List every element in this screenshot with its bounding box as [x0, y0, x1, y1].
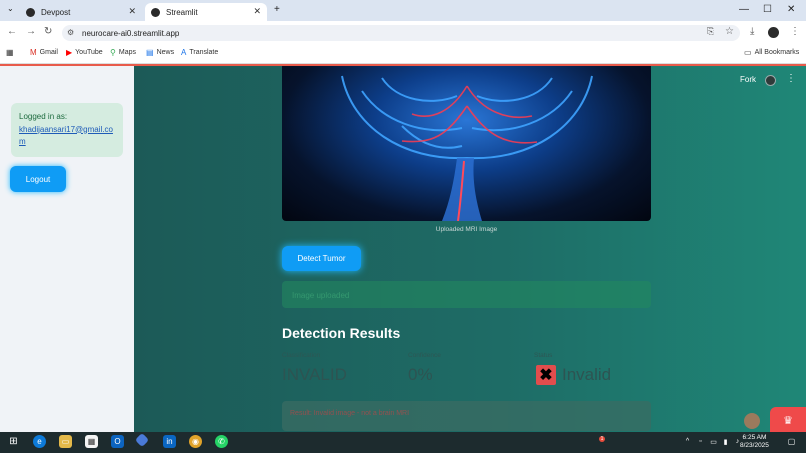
devpost-favicon-icon — [26, 7, 35, 17]
linkedin-icon[interactable]: in — [163, 435, 176, 448]
apps-grid-icon[interactable]: ▦ — [6, 48, 17, 57]
site-url: neurocare-ai0.streamlit.app — [82, 28, 180, 38]
tab-title: Devpost — [41, 7, 71, 17]
bookmark-news[interactable]: ▤ News — [146, 48, 174, 57]
back-arrow-icon[interactable]: ← — [7, 26, 17, 37]
logged-in-label: Logged in as: — [19, 112, 68, 121]
bookmark-star-icon[interactable]: ☆ — [725, 26, 734, 37]
forward-arrow-icon[interactable]: → — [26, 26, 36, 37]
install-app-icon[interactable]: ⎘ — [707, 26, 714, 37]
tab-title: Streamlit — [166, 7, 198, 17]
creator-avatar[interactable] — [744, 413, 760, 429]
brain-illustration — [341, 75, 593, 221]
tray-app-icon[interactable]: ▫ — [694, 435, 707, 448]
news-icon: ▤ — [146, 48, 154, 57]
metric-label-classification: Classification — [282, 352, 321, 359]
store-icon[interactable]: ▦ — [85, 435, 98, 448]
invalid-x-icon: ✖ — [536, 365, 556, 385]
close-tab-icon[interactable]: ✕ — [128, 6, 136, 17]
success-message: Image uploaded — [292, 291, 350, 300]
tab-streamlit[interactable]: Streamlit ✕ — [145, 3, 267, 21]
metric-value-status: Invalid — [562, 365, 612, 384]
metric-label-status: Status — [534, 352, 553, 359]
logout-button[interactable]: Logout — [10, 166, 66, 192]
browser-menu-icon[interactable]: ⋮ — [790, 26, 800, 37]
user-email-link[interactable]: khadijaansari17@gmail.com — [19, 124, 115, 149]
reload-icon[interactable]: ↻ — [44, 26, 52, 37]
bookmark-translate[interactable]: A Translate — [181, 48, 218, 57]
youtube-icon: ▶ — [66, 48, 73, 57]
notification-center-icon[interactable]: ▢ — [785, 435, 798, 448]
translate-icon: A — [181, 48, 187, 57]
metric-status: ✖ Invalid — [536, 365, 611, 385]
detect-tumor-button[interactable]: Detect Tumor — [282, 246, 361, 271]
all-bookmarks[interactable]: ▭ All Bookmarks — [744, 48, 799, 57]
clock-date: 8/23/2025 — [740, 442, 769, 449]
close-tab-icon[interactable]: ✕ — [253, 6, 261, 17]
system-clock[interactable]: 6:25 AM 8/23/2025 — [740, 434, 769, 450]
outlook-icon[interactable]: O — [111, 435, 124, 448]
window-close-button[interactable]: ✕ — [787, 4, 795, 15]
download-icon[interactable]: ⤓ — [750, 26, 754, 37]
maximize-button[interactable]: ☐ — [763, 4, 772, 15]
gmail-icon: M — [30, 48, 37, 57]
tray-chevron-icon[interactable]: ^ — [681, 435, 694, 448]
address-bar[interactable]: neurocare-ai0.streamlit.app — [62, 25, 740, 41]
mri-image — [282, 66, 651, 221]
tab-devpost[interactable]: Devpost ✕ — [20, 3, 142, 21]
error-message: Result: Invalid image - not a brain MRI — [290, 410, 410, 417]
bookmark-youtube[interactable]: ▶ YouTube — [66, 48, 103, 57]
github-icon[interactable] — [765, 75, 776, 86]
success-alert: Image uploaded — [282, 281, 651, 308]
results-heading: Detection Results — [282, 325, 401, 341]
profile-avatar[interactable] — [768, 27, 779, 38]
maps-pin-icon: ⚲ — [110, 48, 116, 57]
file-explorer-icon[interactable]: ▭ — [59, 435, 72, 448]
streamlit-favicon-icon — [151, 7, 160, 17]
minimize-button[interactable]: — — [739, 4, 749, 15]
clock-time: 6:25 AM — [742, 434, 767, 441]
tab-search-chevron-icon[interactable]: ⌄ — [7, 4, 14, 13]
metric-label-confidence: Confidence — [408, 352, 441, 359]
folder-icon: ▭ — [744, 48, 752, 57]
error-alert: Result: Invalid image - not a brain MRI — [282, 401, 651, 431]
login-info-box: Logged in as: khadijaansari17@gmail.com — [11, 103, 123, 157]
whatsapp-icon[interactable]: ✆ — [215, 435, 228, 448]
site-info-icon[interactable]: ⚙ — [67, 28, 74, 37]
bookmark-gmail[interactable]: M Gmail — [30, 48, 58, 57]
edge-icon[interactable]: e — [33, 435, 46, 448]
image-caption: Uploaded MRI Image — [435, 226, 498, 233]
notification-badge: 1 — [599, 436, 605, 442]
app-menu-icon[interactable]: ⋮ — [786, 73, 796, 84]
metric-value-classification: INVALID — [282, 365, 347, 384]
new-tab-button[interactable]: + — [274, 4, 280, 15]
bookmark-maps[interactable]: ⚲ Maps — [110, 48, 136, 57]
fork-button[interactable]: Fork — [740, 75, 756, 84]
tab-bar: ⌄ Devpost ✕ Streamlit ✕ + — ☐ ✕ — [0, 0, 806, 21]
chrome-icon[interactable]: ◉ — [189, 435, 202, 448]
streamlit-crown-icon[interactable]: ♛ — [770, 407, 806, 433]
metric-value-confidence: 0% — [408, 365, 433, 384]
windows-start-icon[interactable]: ⊞ — [7, 435, 20, 448]
